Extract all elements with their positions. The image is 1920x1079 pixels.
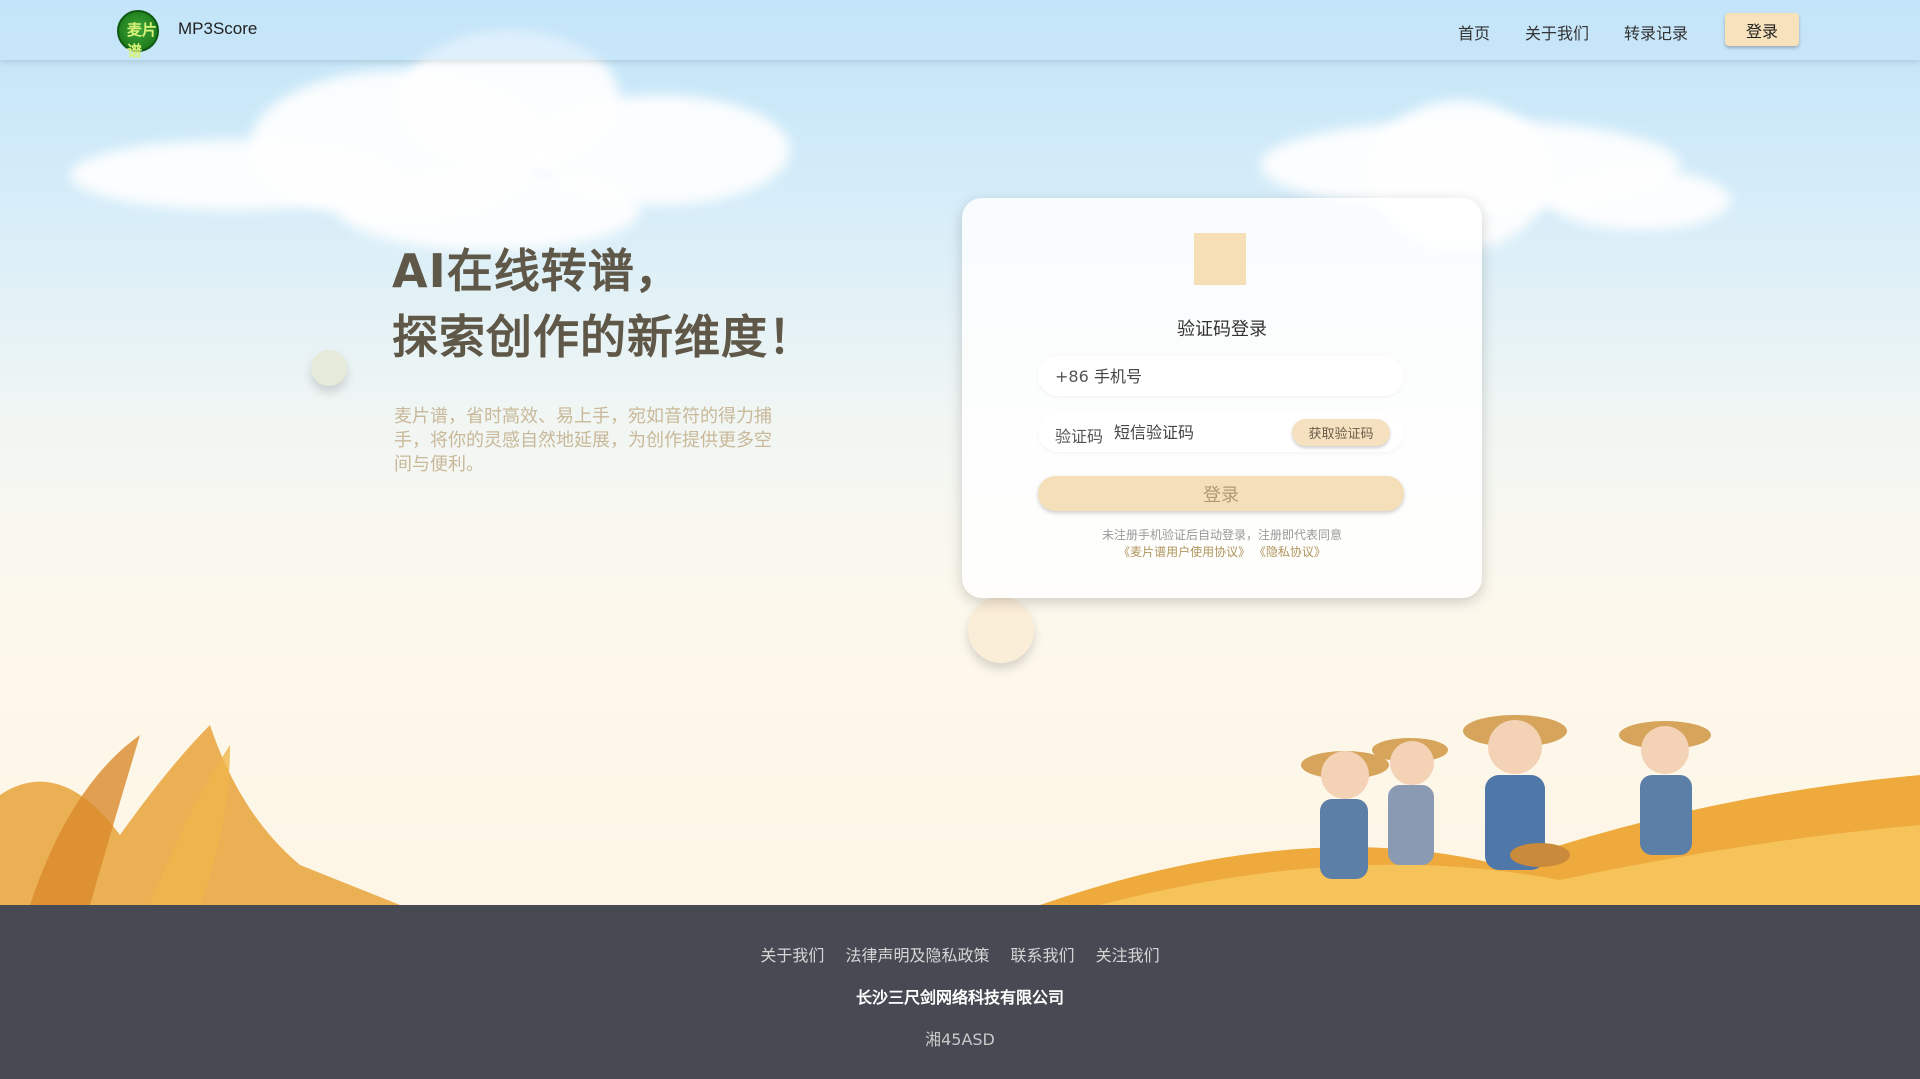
child-figure bbox=[1463, 715, 1570, 870]
footer-link-contact[interactable]: 联系我们 bbox=[1011, 946, 1075, 965]
logo-text: 麦片谱 bbox=[127, 21, 158, 60]
footer-link-legal[interactable]: 法律声明及隐私政策 bbox=[845, 946, 989, 965]
sms-code-input[interactable] bbox=[1114, 418, 1274, 446]
top-navbar: 麦片谱 MP3Score 首页 关于我们 转录记录 登录 bbox=[0, 0, 1920, 60]
mp3score-logo[interactable]: 麦片谱 bbox=[117, 10, 159, 60]
nav-transcription-records[interactable]: 转录记录 bbox=[1624, 20, 1688, 44]
code-label: 验证码 bbox=[1055, 427, 1104, 446]
cloud-decoration bbox=[1550, 170, 1730, 230]
header-login-button[interactable]: 登录 bbox=[1725, 13, 1799, 46]
icp-record-link[interactable]: 湘45ASD bbox=[0, 1026, 1920, 1050]
country-code[interactable]: +86 bbox=[1055, 367, 1089, 386]
get-code-button[interactable]: 获取验证码 bbox=[1292, 419, 1390, 446]
privacy-agreement-link[interactable]: 《隐私协议》 bbox=[1254, 545, 1326, 559]
wheat-field-illustration bbox=[0, 715, 1920, 905]
phone-field: +86 bbox=[1038, 356, 1404, 396]
hero-title-line1: AI在线转谱， bbox=[392, 244, 682, 298]
decorative-bubble bbox=[311, 350, 347, 386]
company-name: 长沙三尺剑网络科技有限公司 bbox=[855, 988, 1064, 1007]
card-logo-placeholder bbox=[1194, 233, 1246, 285]
decorative-bubble bbox=[968, 597, 1034, 663]
hero-title: AI在线转谱， 探索创作的新维度！ bbox=[392, 238, 815, 370]
agreement-links: 《麦片谱用户使用协议》 《隐私协议》 bbox=[962, 543, 1482, 560]
brand-name[interactable]: MP3Score bbox=[178, 19, 257, 39]
footer-links: 关于我们 法律声明及隐私政策 联系我们 关注我们 bbox=[0, 942, 1920, 966]
hero-description: 麦片谱，省时高效、易上手，宛如音符的得力捕手，将你的灵感自然地延展，为创作提供更… bbox=[394, 406, 772, 475]
agreement-notice: 未注册手机验证后自动登录，注册即代表同意 bbox=[1101, 528, 1342, 542]
nav-about-us[interactable]: 关于我们 bbox=[1525, 20, 1589, 44]
footer-link-about[interactable]: 关于我们 bbox=[760, 946, 824, 965]
sms-code-field: 验证码 获取验证码 bbox=[1038, 412, 1404, 452]
phone-input[interactable] bbox=[1094, 362, 1384, 390]
login-title: 验证码登录 bbox=[1177, 319, 1267, 340]
login-card: 验证码登录 +86 验证码 获取验证码 登录 未注册手机验证后自动登录，注册即代… bbox=[962, 198, 1482, 598]
page-footer: 关于我们 法律声明及隐私政策 联系我们 关注我们 长沙三尺剑网络科技有限公司 湘… bbox=[0, 905, 1920, 1079]
footer-link-follow[interactable]: 关注我们 bbox=[1096, 946, 1160, 965]
nav-home[interactable]: 首页 bbox=[1458, 20, 1490, 44]
login-submit-button[interactable]: 登录 bbox=[1038, 476, 1404, 511]
hero-title-line2: 探索创作的新维度！ bbox=[392, 310, 815, 364]
user-agreement-link[interactable]: 《麦片谱用户使用协议》 bbox=[1118, 545, 1250, 559]
child-figure bbox=[1372, 738, 1448, 865]
